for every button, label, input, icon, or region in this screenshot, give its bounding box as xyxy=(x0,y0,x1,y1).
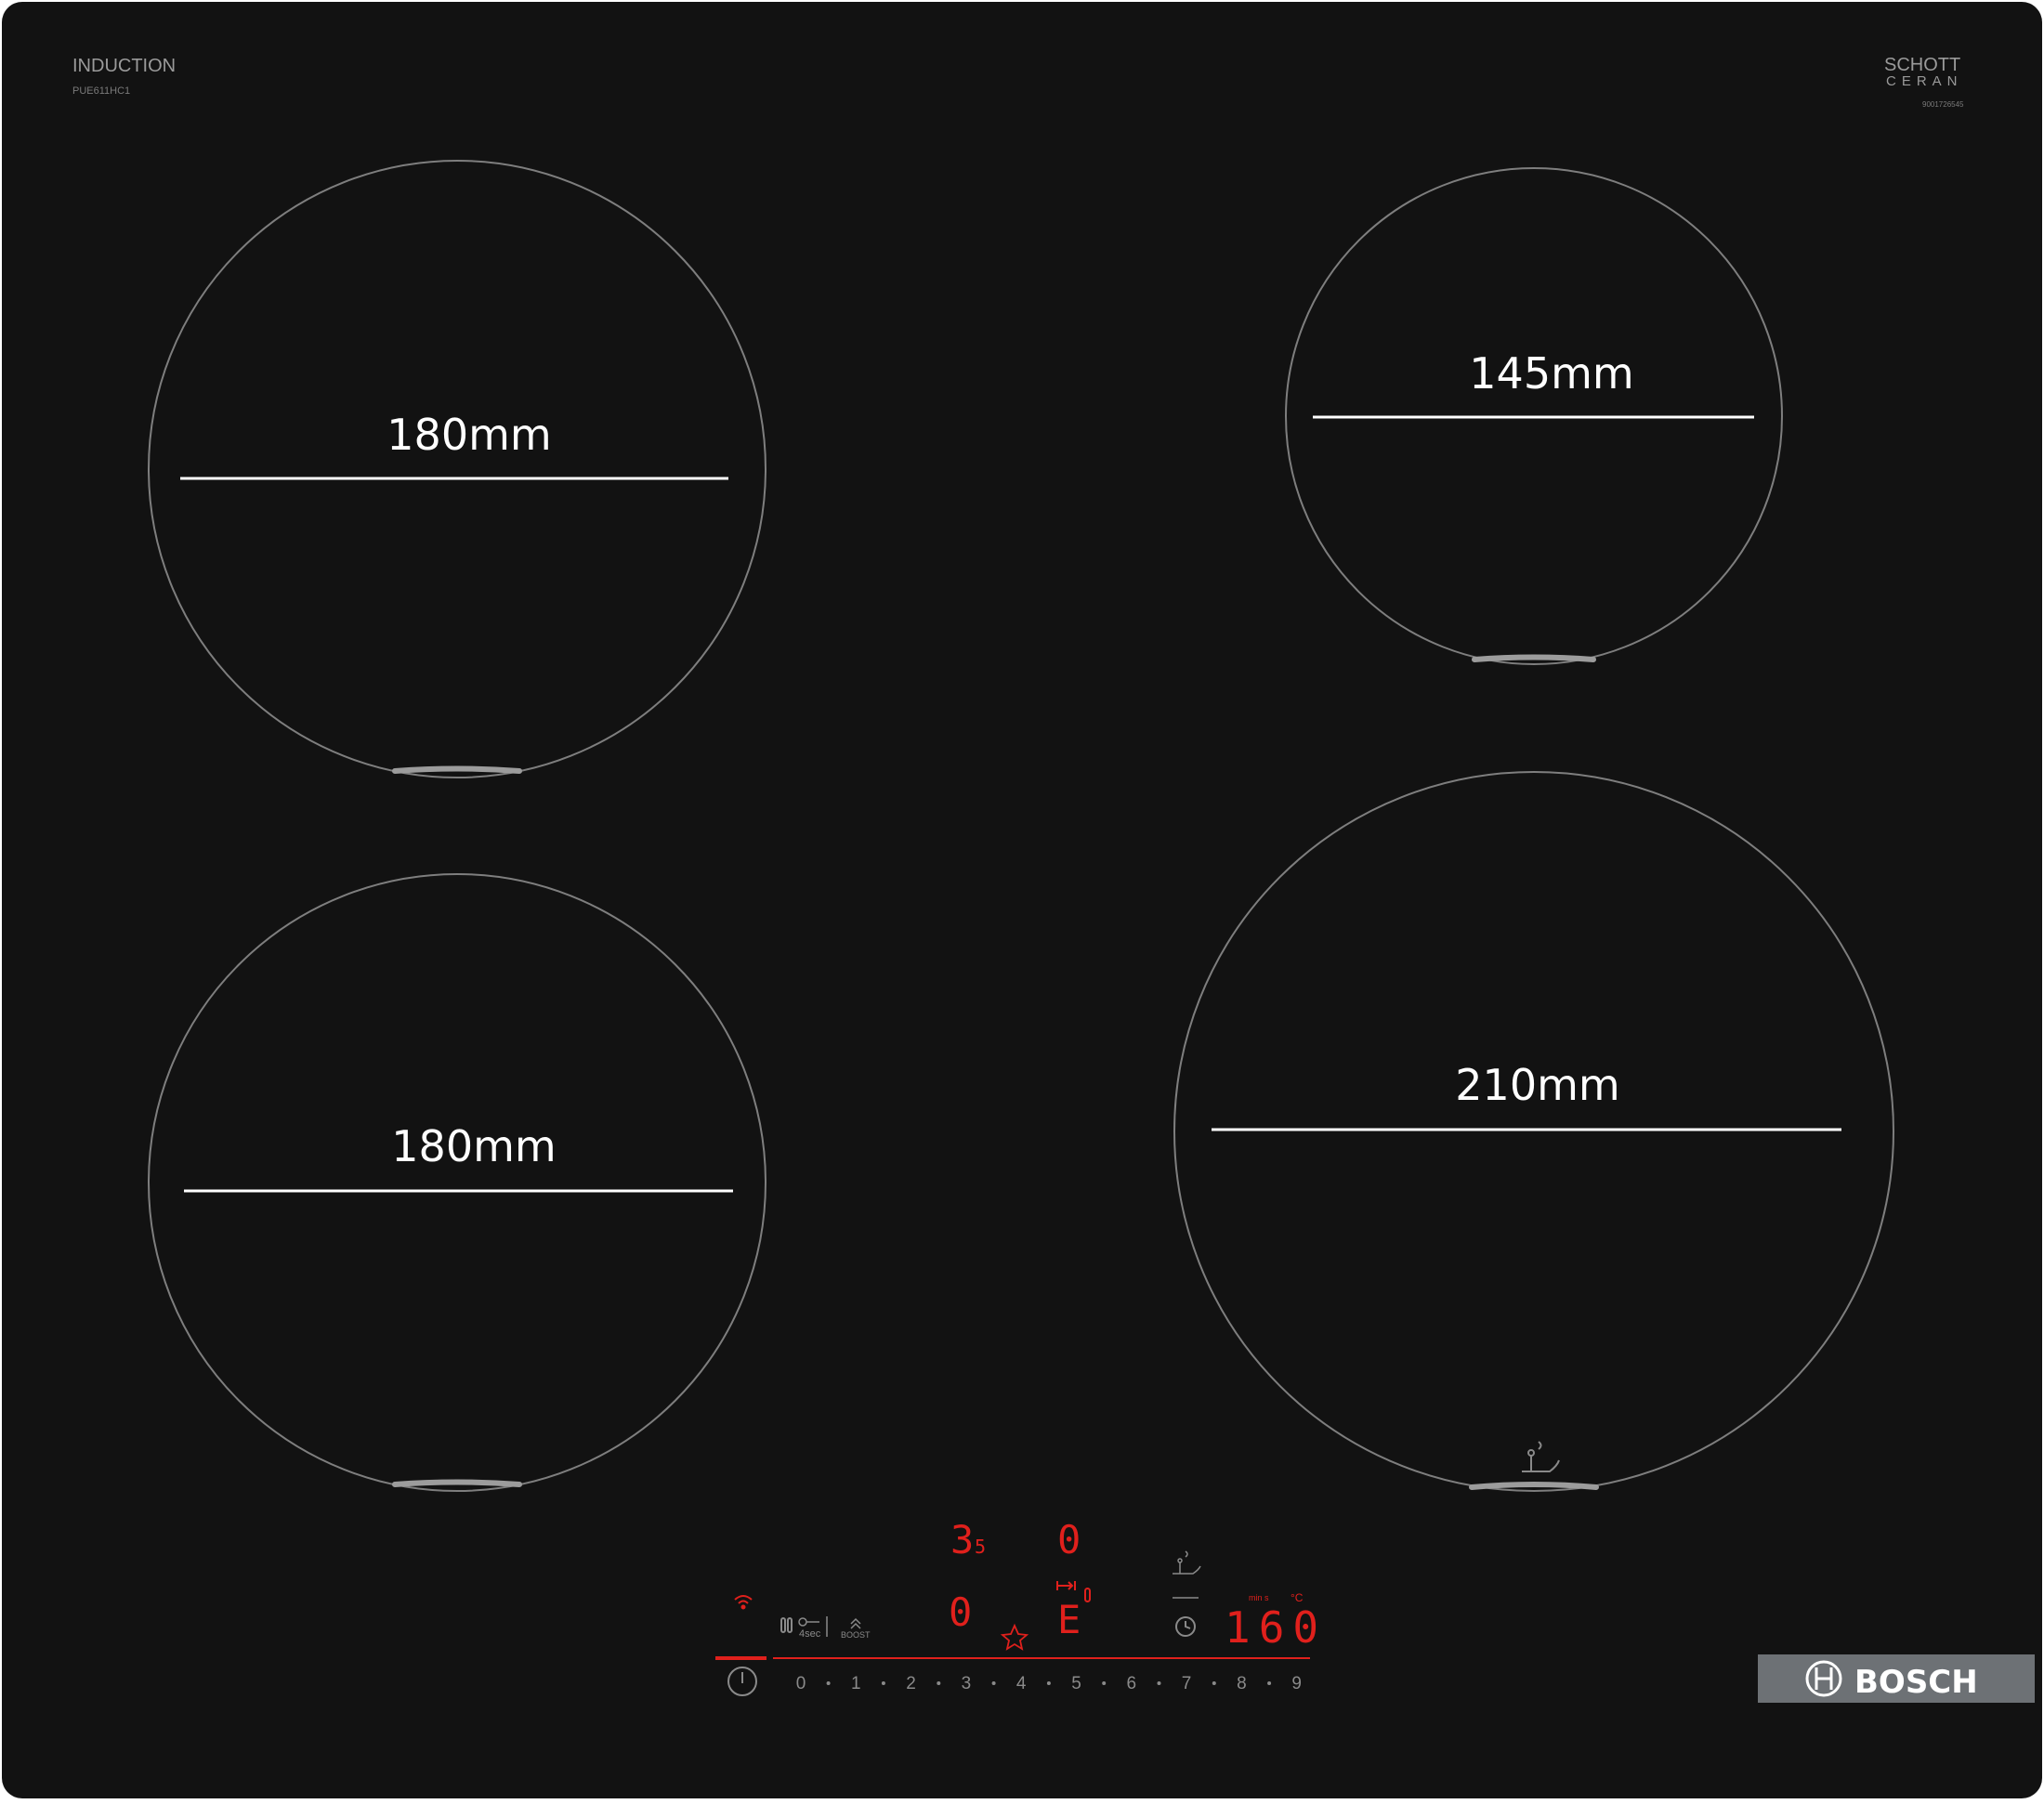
slider-dot[interactable] xyxy=(826,1681,831,1685)
display-front-left-level: 0 xyxy=(949,1589,972,1635)
zone-size-label: 180mm xyxy=(391,1121,556,1171)
slider-dot[interactable] xyxy=(1046,1681,1051,1685)
cooktop-product-image: INDUCTION PUE611HC1 SCHOTT CERAN 9001726… xyxy=(0,0,2044,1800)
glass-code: 9001726545 xyxy=(1922,100,1964,109)
display-back-left-level: 3 xyxy=(950,1517,974,1562)
boost-label: BOOST xyxy=(841,1630,871,1640)
slider-dot[interactable] xyxy=(937,1681,941,1685)
slider-digit-9[interactable]: 9 xyxy=(1291,1674,1302,1693)
ceran-label: CERAN xyxy=(1886,73,1963,89)
zone-size-label: 145mm xyxy=(1469,348,1633,399)
slider-dot[interactable] xyxy=(1212,1681,1216,1685)
induction-label: INDUCTION xyxy=(72,56,176,76)
slider-digit-7[interactable]: 7 xyxy=(1182,1674,1192,1693)
schott-label: SCHOTT xyxy=(1884,55,1960,75)
slider-dot[interactable] xyxy=(991,1681,996,1685)
display-back-right-level: 0 xyxy=(1057,1517,1081,1562)
slider-digit-8[interactable]: 8 xyxy=(1237,1674,1247,1693)
bosch-logo-badge: BOSCH xyxy=(1758,1654,2035,1703)
slider-digit-2[interactable]: 2 xyxy=(906,1674,916,1693)
slider-dot[interactable] xyxy=(881,1681,885,1685)
slider-digit-0[interactable]: 0 xyxy=(796,1674,806,1693)
slider-digit-3[interactable]: 3 xyxy=(962,1674,972,1693)
model-number: PUE611HC1 xyxy=(72,85,130,97)
slider-digit-5[interactable]: 5 xyxy=(1071,1674,1081,1693)
timer-small-label: min s xyxy=(1249,1593,1269,1602)
slider-digit-1[interactable]: 1 xyxy=(851,1674,861,1693)
slider-digit-4[interactable]: 4 xyxy=(1016,1674,1027,1693)
temperature-display: 160 xyxy=(1225,1602,1327,1653)
slider-dot[interactable] xyxy=(1267,1681,1272,1685)
slider-dot[interactable] xyxy=(1102,1681,1107,1685)
display-front-right-level: E xyxy=(1057,1597,1081,1642)
zone-size-label: 210mm xyxy=(1455,1060,1619,1110)
slider-dot[interactable] xyxy=(1157,1681,1161,1685)
bosch-brand-text: BOSCH xyxy=(1854,1664,1978,1701)
four-sec-label: 4sec xyxy=(799,1628,821,1640)
display-back-left-sub: 5 xyxy=(975,1536,986,1558)
zone-size-label: 180mm xyxy=(387,410,551,460)
slider-digit-6[interactable]: 6 xyxy=(1127,1674,1137,1693)
